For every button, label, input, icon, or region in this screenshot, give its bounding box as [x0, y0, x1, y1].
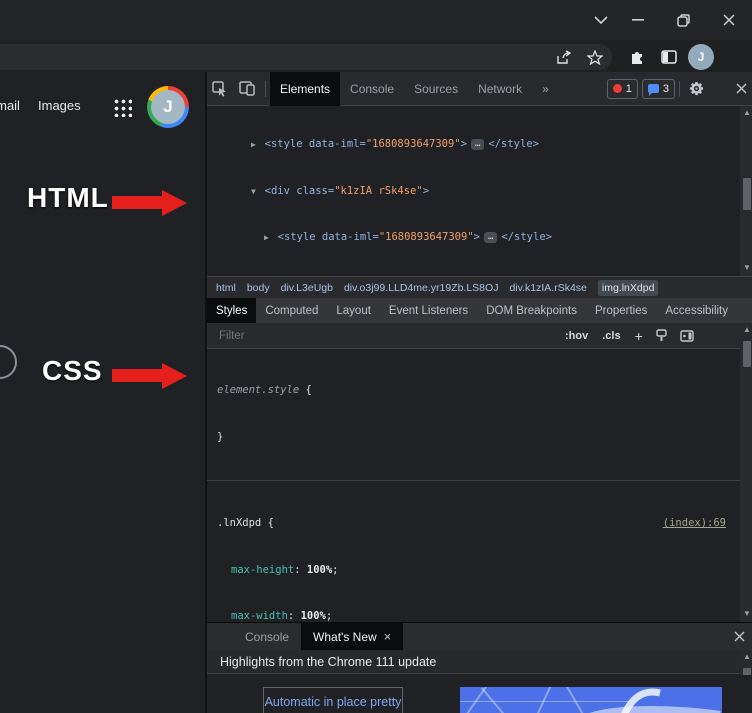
dom-scrollbar[interactable]: ▲ ▼ [740, 106, 752, 276]
styles-scrollbar[interactable]: ▲ ▼ [740, 323, 752, 622]
error-icon [612, 84, 622, 93]
extensions-puzzle-icon[interactable] [626, 47, 648, 67]
toolbar-separator [265, 80, 266, 97]
device-toolbar-icon[interactable] [233, 81, 261, 96]
google-avatar-initial: J [163, 97, 173, 116]
page-background: Gmail Images J HTML CSS [0, 72, 205, 713]
google-apps-grid-icon[interactable] [112, 97, 132, 117]
browser-menu-icon[interactable] [724, 47, 746, 67]
tab-properties[interactable]: Properties [586, 298, 656, 323]
tab-elements[interactable]: Elements [270, 71, 341, 106]
styles-filter-bar: :hov .cls + [207, 323, 752, 349]
stylesheet-source-link[interactable]: (index):69 [663, 516, 726, 532]
whats-new-illustration [460, 687, 722, 713]
styles-pane: element.style { } .lnXdpd { (index):69 m… [207, 349, 740, 622]
close-window-button[interactable] [714, 10, 744, 30]
address-bar[interactable] [0, 44, 612, 70]
close-drawer-icon[interactable] [724, 631, 752, 642]
crumb-div-k1zia[interactable]: div.k1zIA.rSk4se [509, 282, 586, 294]
scroll-up-icon[interactable]: ▲ [740, 106, 752, 120]
css-property[interactable]: max-height: 100%; [207, 563, 740, 579]
drawer-tab-whats-new[interactable]: What's New × [301, 622, 404, 651]
browser-avatar-initial: J [697, 50, 705, 64]
element-style-rule[interactable]: element.style { [207, 383, 740, 399]
crumb-img-lnxdpd[interactable]: img.lnXdpd [597, 279, 659, 296]
style-format-icon[interactable] [655, 329, 668, 342]
error-badge[interactable]: 1 [606, 78, 638, 99]
tab-dom-breakpoints[interactable]: DOM Breakpoints [477, 298, 586, 323]
css-annotation-arrow [112, 369, 162, 382]
inspect-element-icon[interactable] [207, 80, 233, 97]
devtools-panel: Elements Console Sources Network » 1 3 ▶… [205, 71, 752, 713]
minimize-button[interactable] [623, 10, 653, 30]
bookmark-star-icon[interactable] [584, 47, 606, 67]
share-icon[interactable] [552, 47, 574, 67]
tab-sources[interactable]: Sources [404, 72, 468, 106]
computed-sidebar-toggle-icon[interactable] [680, 329, 694, 342]
breadcrumb: html body div.L3eUgb div.o3j99.LLD4me.yr… [207, 276, 752, 298]
tab-accessibility[interactable]: Accessibility [656, 298, 737, 323]
css-annotation-label: CSS [42, 355, 103, 386]
css-annotation-arrowhead [162, 363, 187, 389]
filter-input[interactable] [207, 328, 551, 343]
scroll-up-icon[interactable]: ▲ [740, 323, 752, 337]
whats-new-card[interactable]: Automatic in place pretty [263, 687, 403, 713]
gmail-link[interactable]: Gmail [0, 98, 20, 113]
whats-new-heading: Highlights from the Chrome 111 update [220, 654, 437, 669]
close-whats-new-tab-icon[interactable]: × [384, 629, 392, 644]
google-account-avatar[interactable]: J [147, 86, 189, 128]
tab-console[interactable]: Console [340, 72, 404, 106]
settings-gear-icon[interactable] [684, 81, 708, 96]
crumb-div-l3eugb[interactable]: div.L3eUgb [281, 282, 333, 294]
tab-layout[interactable]: Layout [327, 298, 380, 323]
devtools-close-icon[interactable] [728, 83, 752, 94]
crumb-div-o3j99[interactable]: div.o3j99.LLD4me.yr19Zb.LS8OJ [344, 282, 498, 294]
devtools-toolbar: Elements Console Sources Network » 1 3 [207, 71, 752, 106]
partial-circle-decoration [0, 345, 17, 379]
scroll-down-icon[interactable]: ▼ [740, 607, 752, 621]
tab-computed[interactable]: Computed [256, 298, 327, 323]
toolbar-separator [679, 80, 680, 97]
toggle-hover-state[interactable]: :hov [565, 330, 588, 342]
crumb-body[interactable]: body [247, 282, 270, 294]
styles-sidebar-tabs: Styles Computed Layout Event Listeners D… [207, 298, 752, 323]
message-bubble-icon [647, 84, 659, 96]
html-annotation-arrow [112, 196, 162, 209]
window-titlebar [0, 0, 752, 40]
drawer-tab-console[interactable]: Console [233, 623, 301, 651]
dom-node[interactable]: ▼ <div class="k1zIA rSk4se"> [207, 184, 740, 200]
scroll-up-icon[interactable]: ▲ [740, 650, 752, 664]
rule-lnxdpd[interactable]: .lnXdpd { (index):69 [207, 516, 740, 532]
images-link[interactable]: Images [38, 98, 81, 113]
restore-button[interactable] [668, 10, 698, 30]
message-count: 3 [662, 82, 669, 95]
browser-avatar[interactable]: J [688, 44, 714, 70]
dom-node[interactable]: ▶ <style data-iml="1680893647309">… </sty… [207, 230, 740, 246]
tab-event-listeners[interactable]: Event Listeners [380, 298, 477, 323]
new-style-rule-button[interactable]: + [635, 328, 643, 344]
drawer-tab-bar: Console What's New × [207, 622, 752, 651]
html-annotation-label: HTML [27, 182, 109, 213]
css-property[interactable]: max-width: 100%; [207, 609, 740, 622]
screen: J Gmail Images J HTML CSS Elements [0, 0, 752, 713]
tab-network[interactable]: Network [468, 72, 532, 106]
scroll-down-icon[interactable]: ▼ [740, 261, 752, 275]
html-annotation-arrowhead [162, 190, 187, 216]
tab-styles[interactable]: Styles [207, 298, 257, 323]
dom-node[interactable]: ▶ <style data-iml="1680893647309">… </sty… [207, 137, 740, 153]
whats-new-content: Automatic in place pretty [207, 675, 752, 713]
dom-tree: ▶ <style data-iml="1680893647309">… </sty… [207, 106, 740, 276]
more-tabs-chevron[interactable]: » [532, 72, 559, 106]
toggle-class-state[interactable]: .cls [602, 330, 620, 342]
side-panel-icon[interactable] [658, 47, 680, 67]
whats-new-card-title: Automatic in place pretty [264, 695, 402, 709]
chevron-down-icon[interactable] [586, 10, 616, 30]
crumb-html[interactable]: html [216, 282, 236, 294]
error-count: 1 [625, 82, 632, 95]
issues-badge[interactable]: 3 [641, 78, 675, 99]
whats-new-header: Highlights from the Chrome 111 update [207, 650, 752, 674]
